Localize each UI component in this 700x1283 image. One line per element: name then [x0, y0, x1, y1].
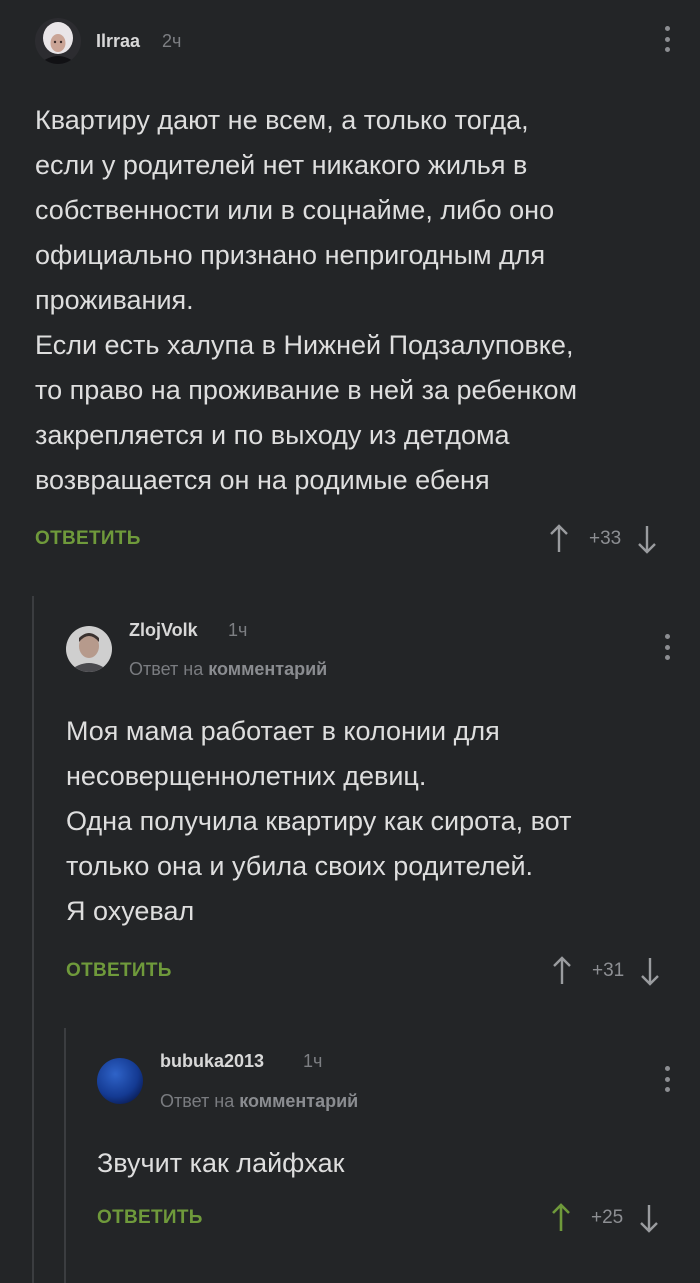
vote-score: +31 [592, 960, 625, 981]
comment-time: 1ч [303, 1051, 323, 1071]
more-dots-icon [664, 1066, 670, 1071]
upvote-arrow-icon[interactable] [547, 524, 571, 554]
vote-controls: +25 [549, 1203, 661, 1233]
avatar[interactable] [66, 626, 112, 672]
reply-to-link[interactable]: комментарий [239, 1091, 358, 1111]
reply-to-prefix: Ответ на [160, 1091, 235, 1111]
more-dots-icon [664, 26, 670, 31]
reply-to-info: Ответ на комментарий [129, 659, 327, 680]
comment-menu-button[interactable] [657, 630, 677, 664]
comment-menu-button[interactable] [657, 1062, 677, 1096]
comment-author[interactable]: ZlojVolk [129, 620, 198, 641]
avatar[interactable] [35, 18, 81, 64]
more-dots-icon [664, 634, 670, 639]
downvote-arrow-icon[interactable] [637, 1203, 661, 1233]
comment-text: Квартиру дают не всем, а только тогда, е… [35, 105, 578, 495]
comment-time: 2ч [162, 31, 182, 51]
user-avatar-blue-icon [97, 1058, 143, 1104]
user-avatar-photo-icon [35, 18, 81, 64]
downvote-arrow-icon[interactable] [638, 956, 662, 986]
reply-button[interactable]: ОТВЕТИТЬ [35, 528, 141, 550]
comment-author[interactable]: bubuka2013 [160, 1051, 264, 1072]
thread-line-level-2 [64, 1028, 66, 1283]
comment-author[interactable]: Ilrraa [96, 31, 140, 52]
user-avatar-photo-icon [66, 626, 112, 672]
reply-to-prefix: Ответ на [129, 659, 204, 679]
avatar[interactable] [97, 1058, 143, 1104]
upvote-arrow-icon[interactable] [549, 1203, 573, 1233]
comment-text: Моя мама работает в колонии для несоверщ… [66, 716, 572, 926]
comment-menu-button[interactable] [657, 22, 677, 56]
comment-time: 1ч [228, 620, 248, 640]
vote-controls: +31 [550, 956, 662, 986]
upvote-arrow-icon[interactable] [550, 956, 574, 986]
vote-score: +33 [589, 528, 622, 549]
reply-to-info: Ответ на комментарий [160, 1091, 358, 1112]
vote-score: +25 [591, 1207, 624, 1228]
comment-text: Звучит как лайфхак [97, 1148, 345, 1178]
downvote-arrow-icon[interactable] [635, 524, 659, 554]
thread-line-level-1 [32, 596, 34, 1283]
vote-controls: +33 [547, 524, 659, 554]
reply-button[interactable]: ОТВЕТИТЬ [66, 960, 172, 982]
reply-button[interactable]: ОТВЕТИТЬ [97, 1207, 203, 1229]
reply-to-link[interactable]: комментарий [208, 659, 327, 679]
